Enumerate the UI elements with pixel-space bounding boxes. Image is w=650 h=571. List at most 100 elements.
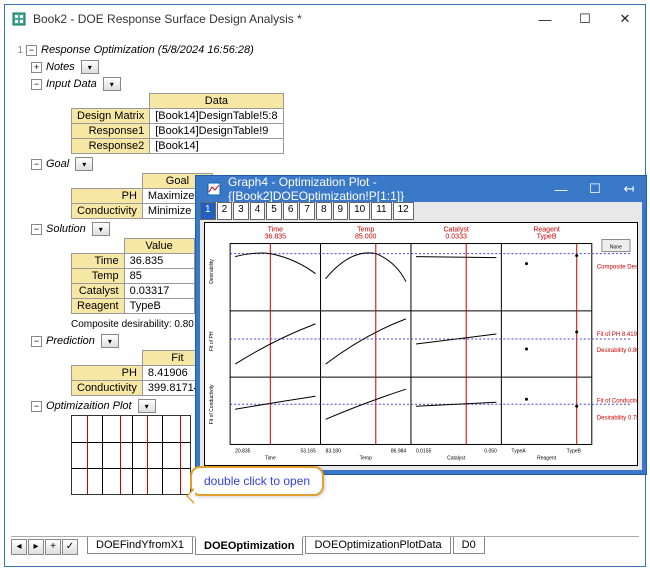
input-data-section: Input Data: [46, 78, 97, 90]
dropdown-button[interactable]: ▾: [75, 157, 93, 171]
svg-text:Fit of Conductivity 399.817: Fit of Conductivity 399.817: [597, 398, 637, 404]
dropdown-button[interactable]: ▾: [92, 222, 110, 236]
table-cell[interactable]: 0.03317: [124, 284, 194, 299]
content-area: 1 − Response Optimization (5/8/2024 16:5…: [5, 33, 645, 566]
prediction-section: Prediction: [46, 335, 95, 347]
svg-text:Reagent: Reagent: [537, 456, 557, 462]
graph-titlebar[interactable]: Graph4 - Optimization Plot - {[Book2]DOE…: [196, 176, 646, 202]
svg-text:TypeA: TypeA: [511, 449, 526, 455]
layer-tab[interactable]: 4: [250, 202, 266, 220]
table-cell[interactable]: [Book14]DesignTable!5:8: [150, 109, 283, 124]
maximize-button[interactable]: ☐: [565, 6, 605, 32]
table-row-label: Response2: [72, 139, 150, 154]
table-row-label: Reagent: [72, 299, 125, 314]
collapse-toggle[interactable]: −: [31, 336, 42, 347]
sheet-nav-menu[interactable]: ✓: [62, 539, 78, 555]
dropdown-button[interactable]: ▾: [101, 334, 119, 348]
svg-text:None: None: [610, 245, 622, 251]
app-icon: [11, 11, 27, 27]
goal-section: Goal: [46, 158, 69, 170]
svg-text:20.835: 20.835: [235, 449, 251, 455]
table-row-label: Time: [72, 254, 125, 269]
layer-tab[interactable]: 9: [333, 202, 349, 220]
sheet-tab[interactable]: DOEFindYfromX1: [87, 537, 193, 554]
sheet-tab[interactable]: DOEOptimization: [195, 536, 303, 555]
table-cell[interactable]: [Book14]: [150, 139, 283, 154]
plot-area[interactable]: Time Temp Catalyst Reagent 36.835 85.000…: [204, 222, 638, 466]
graph-restore-button[interactable]: ↤: [612, 176, 646, 202]
table-header: Value: [124, 239, 194, 254]
svg-text:83.180: 83.180: [326, 449, 342, 455]
svg-text:Time: Time: [268, 226, 283, 233]
layer-tabs: 1 2 3 4 5 6 7 8 9 10 11 12: [200, 202, 642, 220]
minimize-button[interactable]: —: [525, 6, 565, 32]
svg-text:Catalyst: Catalyst: [443, 226, 468, 233]
svg-text:Fit of PH: Fit of PH: [209, 331, 215, 351]
table-header: Data: [150, 94, 283, 109]
svg-text:Time: Time: [265, 456, 276, 462]
svg-text:Desirability 0.751: Desirability 0.751: [597, 415, 637, 421]
collapse-toggle[interactable]: −: [31, 224, 42, 235]
sheet-nav-add[interactable]: +: [45, 539, 61, 555]
svg-text:Temp: Temp: [357, 226, 374, 233]
sheet-tab[interactable]: D0: [453, 537, 485, 554]
layer-tab[interactable]: 10: [349, 202, 370, 220]
svg-text:Catalyst: Catalyst: [447, 456, 466, 462]
table-row-label: Catalyst: [72, 284, 125, 299]
collapse-toggle[interactable]: −: [31, 159, 42, 170]
svg-text:Desirability: Desirability: [209, 259, 215, 284]
table-cell[interactable]: [Book14]DesignTable!9: [150, 124, 283, 139]
opt-plot-section: Optimizaition Plot: [46, 400, 132, 412]
table-cell[interactable]: 85: [124, 269, 194, 284]
root-title: Response Optimization (5/8/2024 16:56:28…: [41, 44, 254, 56]
notes-section: Notes: [46, 61, 75, 73]
table-cell[interactable]: TypeB: [124, 299, 194, 314]
collapse-toggle[interactable]: −: [31, 401, 42, 412]
graph-minimize-button[interactable]: —: [544, 176, 578, 202]
graph-maximize-button[interactable]: ☐: [578, 176, 612, 202]
svg-text:53.165: 53.165: [300, 449, 316, 455]
layer-tab[interactable]: 11: [371, 202, 391, 220]
svg-text:Temp: Temp: [360, 456, 372, 462]
sheet-tab[interactable]: DOEOptimizationPlotData: [305, 537, 450, 554]
graph-title-text: Graph4 - Optimization Plot - {[Book2]DOE…: [228, 175, 544, 203]
layer-tab[interactable]: 7: [299, 202, 315, 220]
table-row-label: Conductivity: [72, 204, 143, 219]
layer-tab[interactable]: 12: [393, 202, 414, 220]
svg-text:TypeB: TypeB: [567, 449, 582, 455]
dropdown-button[interactable]: ▾: [138, 399, 156, 413]
collapse-toggle[interactable]: −: [31, 79, 42, 90]
dropdown-button[interactable]: ▾: [81, 60, 99, 74]
collapse-toggle[interactable]: −: [26, 45, 37, 56]
table-row-label: Conductivity: [72, 381, 143, 396]
optimization-plot-thumbnail[interactable]: [71, 415, 191, 495]
table-cell[interactable]: 36.835: [124, 254, 194, 269]
main-titlebar[interactable]: Book2 - DOE Response Surface Design Anal…: [5, 5, 645, 33]
collapse-toggle[interactable]: +: [31, 62, 42, 73]
table-row-label: PH: [72, 189, 143, 204]
optimization-plot-svg: Time Temp Catalyst Reagent 36.835 85.000…: [205, 223, 637, 465]
layer-tab[interactable]: 3: [233, 202, 249, 220]
layer-tab[interactable]: 6: [283, 202, 299, 220]
solution-section: Solution: [46, 223, 86, 235]
prediction-table: Fit PH8.41906 Conductivity399.81714: [71, 350, 213, 396]
sheet-nav-next[interactable]: ▸: [28, 539, 44, 555]
layer-tab[interactable]: 5: [266, 202, 282, 220]
main-title-text: Book2 - DOE Response Surface Design Anal…: [33, 12, 525, 26]
layer-tab[interactable]: 2: [217, 202, 233, 220]
solution-table: Value Time36.835 Temp85 Catalyst0.03317 …: [71, 238, 195, 314]
table-row-label: Temp: [72, 269, 125, 284]
layer-tab[interactable]: 1: [200, 202, 216, 220]
svg-text:0.0333: 0.0333: [445, 234, 467, 241]
dropdown-button[interactable]: ▾: [103, 77, 121, 91]
graph-window[interactable]: Graph4 - Optimization Plot - {[Book2]DOE…: [195, 175, 647, 475]
svg-text:Composite Desirability 0.801: Composite Desirability 0.801: [597, 265, 637, 271]
tooltip-bubble: double click to open: [190, 466, 324, 496]
svg-text:Reagent: Reagent: [533, 226, 560, 233]
tooltip-text: double click to open: [204, 474, 310, 488]
sheet-nav-prev[interactable]: ◂: [11, 539, 27, 555]
close-button[interactable]: ✕: [605, 6, 645, 32]
svg-text:Desirability 0.807: Desirability 0.807: [597, 348, 637, 354]
goal-table: Goal PHMaximize ConductivityMinimize: [71, 173, 213, 219]
layer-tab[interactable]: 8: [316, 202, 332, 220]
